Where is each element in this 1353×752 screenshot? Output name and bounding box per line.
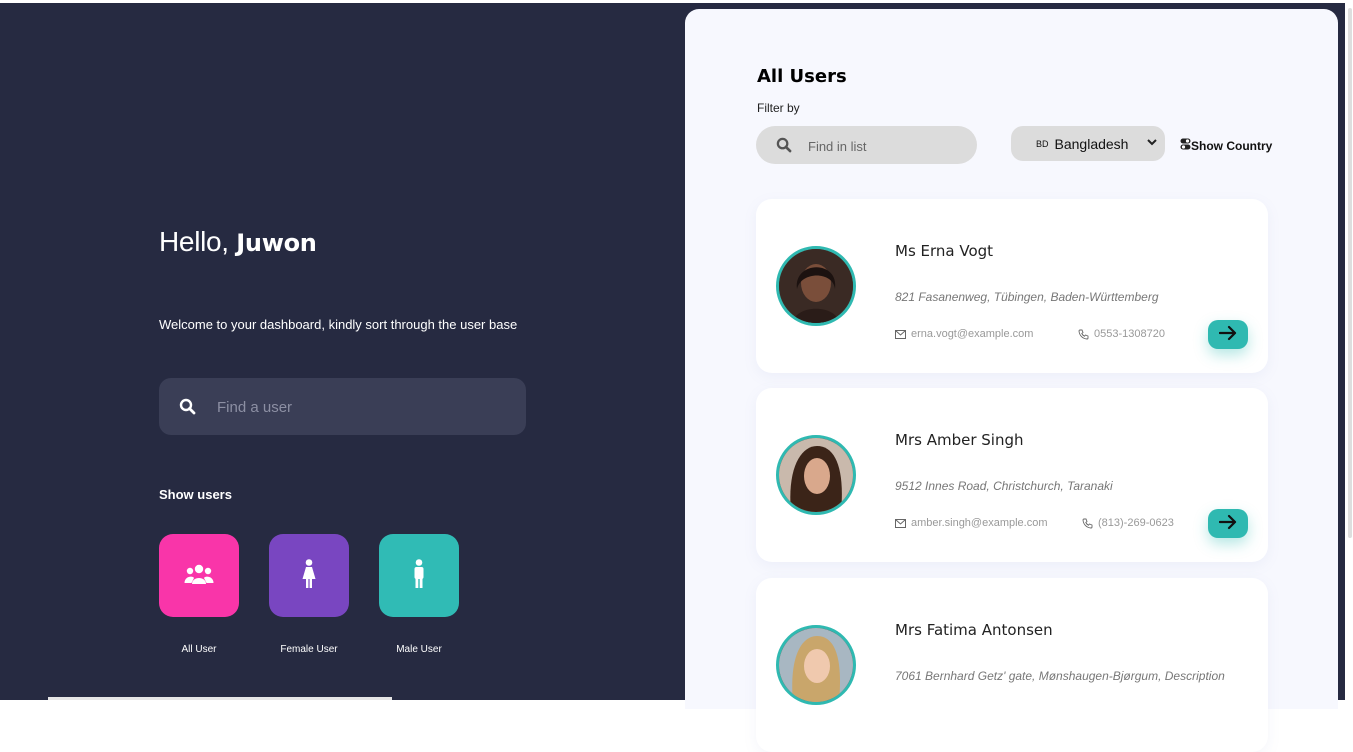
all-users-button[interactable]: [159, 534, 239, 617]
arrow-right-icon: [1218, 325, 1237, 345]
user-address: 821 Fasanenweg, Tübingen, Baden-Württemb…: [895, 290, 1159, 304]
greeting-hello: Hello,: [159, 226, 229, 257]
chevron-down-icon: [1146, 135, 1158, 153]
phone-icon: [1078, 329, 1089, 339]
view-user-button[interactable]: [1208, 320, 1248, 349]
user-search-input[interactable]: [215, 394, 509, 420]
all-users-label: All User: [181, 644, 217, 655]
user-search-box[interactable]: [159, 378, 526, 435]
male-users-button[interactable]: [379, 534, 459, 617]
user-name: Ms Erna Vogt: [895, 242, 994, 260]
user-email-text: amber.singh@example.com: [911, 517, 1048, 529]
user-email: erna.vogt@example.com: [895, 328, 1033, 340]
mail-icon: [895, 329, 906, 339]
show-country-label: Show Country: [1191, 138, 1273, 153]
phone-icon: [1082, 518, 1093, 528]
filter-label: Filter by: [757, 101, 800, 115]
toggle-icon: [1180, 138, 1191, 153]
male-users-label: Male User: [396, 644, 442, 655]
user-address: 9512 Innes Road, Christchurch, Taranaki: [895, 479, 1113, 493]
panel-title: All Users: [757, 66, 847, 87]
user-card[interactable]: Mrs Fatima Antonsen 7061 Bernhard Getz' …: [756, 578, 1268, 752]
user-card[interactable]: Mrs Amber Singh 9512 Innes Road, Christc…: [756, 388, 1268, 562]
welcome-text: Welcome to your dashboard, kindly sort t…: [159, 317, 518, 332]
user-address: 7061 Bernhard Getz' gate, Mønshaugen-Bjø…: [895, 669, 1225, 683]
user-name: Mrs Fatima Antonsen: [895, 621, 1053, 639]
mail-icon: [895, 518, 906, 528]
user-email-text: erna.vogt@example.com: [911, 328, 1034, 340]
show-country-toggle[interactable]: Show Country: [1180, 138, 1272, 153]
user-phone-text: (813)-269-0623: [1098, 517, 1174, 529]
users-panel: All Users Filter by BD Bangladesh Show C…: [685, 9, 1338, 752]
avatar: [776, 246, 856, 326]
female-users-label: Female User: [280, 644, 338, 655]
avatar: [776, 435, 856, 515]
greeting: Hello, Juwon: [159, 226, 317, 258]
users-icon: [184, 563, 214, 589]
male-icon: [413, 558, 425, 593]
search-icon: [179, 398, 196, 419]
avatar: [776, 625, 856, 705]
female-icon: [302, 558, 316, 593]
show-users-heading: Show users: [159, 487, 232, 502]
user-card[interactable]: Ms Erna Vogt 821 Fasanenweg, Tübingen, B…: [756, 199, 1268, 373]
country-name: Bangladesh: [1054, 135, 1129, 152]
female-users-button[interactable]: [269, 534, 349, 617]
country-select[interactable]: BD Bangladesh: [1011, 126, 1165, 161]
greeting-name: Juwon: [236, 229, 317, 257]
user-phone-text: 0553-1308720: [1094, 328, 1165, 340]
search-icon: [776, 137, 792, 157]
list-search-input[interactable]: [806, 135, 970, 157]
user-name: Mrs Amber Singh: [895, 431, 1024, 449]
user-phone: 0553-1308720: [1078, 328, 1165, 340]
scrollbar-thumb[interactable]: [1348, 8, 1352, 538]
user-phone: (813)-269-0623: [1082, 517, 1174, 529]
arrow-right-icon: [1218, 514, 1237, 534]
view-user-button[interactable]: [1208, 509, 1248, 538]
country-flag: BD: [1036, 138, 1049, 149]
user-email: amber.singh@example.com: [895, 517, 1048, 529]
list-search-box[interactable]: [756, 126, 977, 164]
